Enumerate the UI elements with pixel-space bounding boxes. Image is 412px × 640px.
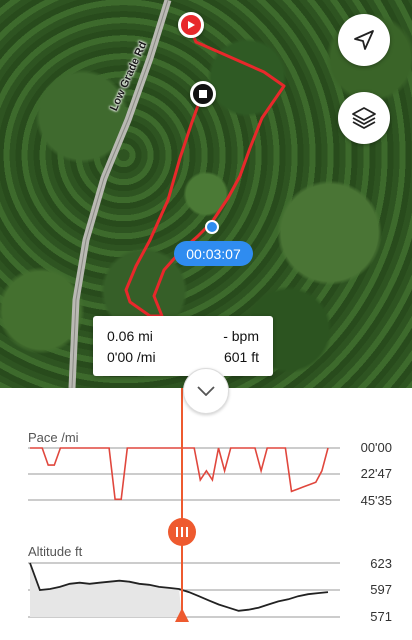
altitude-tick-0: 623 — [370, 556, 392, 571]
altitude-area — [30, 563, 182, 617]
charts-panel — [28, 388, 340, 622]
scrub-handle[interactable] — [168, 518, 196, 546]
track-line — [124, 27, 286, 318]
map-layers-button[interactable] — [338, 92, 390, 144]
pace-tick-0: 00'00 — [360, 440, 392, 455]
altitude-value: 601 ft — [223, 349, 259, 365]
navigation-arrow-icon — [354, 30, 374, 50]
collapse-charts-button[interactable] — [183, 368, 229, 414]
pace-value: 0'00 /mi — [107, 349, 156, 365]
end-marker[interactable] — [190, 81, 216, 107]
altitude-chart-title: Altitude ft — [28, 544, 83, 559]
altitude-tick-1: 597 — [370, 582, 392, 597]
stop-icon — [199, 90, 207, 98]
pace-tick-1: 22'47 — [360, 466, 392, 481]
distance-value: 0.06 mi — [107, 328, 153, 344]
layers-icon — [352, 107, 376, 129]
grip-bar — [176, 527, 178, 537]
map-view[interactable]: Low Grade Rd 00:03:07 0.06 mi - bpm 0'00… — [0, 0, 412, 388]
altitude-tick-2: 571 — [370, 609, 392, 624]
play-icon — [188, 21, 195, 29]
elapsed-time-label: 00:03:07 — [174, 241, 253, 266]
pace-chart-title: Pace /mi — [28, 430, 79, 445]
heart-rate-value: - bpm — [223, 328, 259, 344]
grip-bar — [186, 527, 188, 537]
pace-tick-2: 45'35 — [360, 493, 392, 508]
current-position-dot — [205, 220, 219, 234]
chevron-down-icon — [197, 386, 215, 396]
info-card: 0.06 mi - bpm 0'00 /mi 601 ft — [93, 316, 273, 376]
grip-bar — [181, 527, 183, 537]
locate-button[interactable] — [338, 14, 390, 66]
start-marker[interactable] — [178, 12, 204, 38]
